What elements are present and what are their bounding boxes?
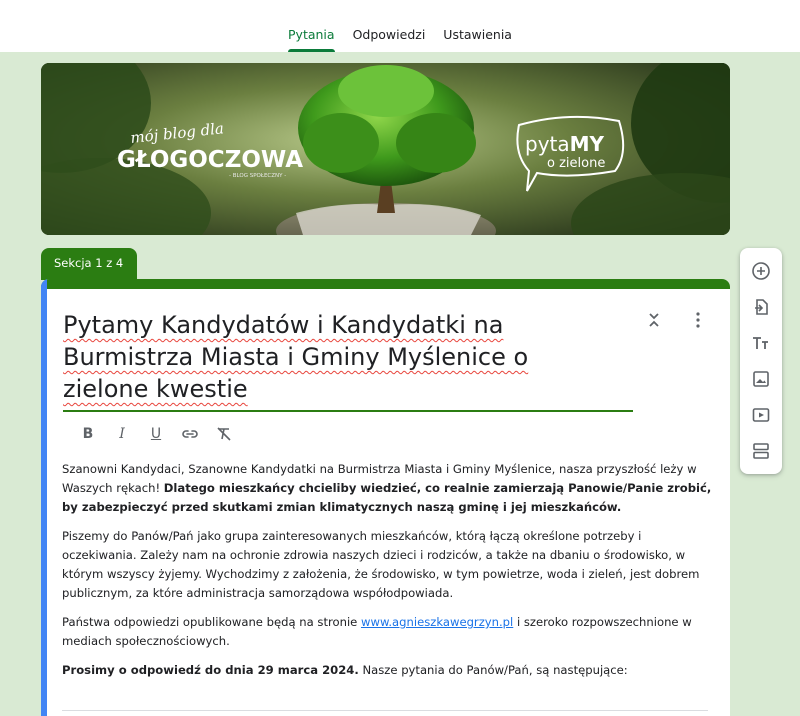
card-accent-bar (41, 279, 730, 289)
add-section-icon (753, 443, 769, 459)
top-bar: Pytania Odpowiedzi Ustawienia (0, 0, 800, 52)
tab-questions[interactable]: Pytania (279, 0, 344, 52)
underline-button[interactable]: U (139, 422, 173, 446)
description-divider (62, 710, 708, 711)
card-focus-indicator (41, 279, 47, 716)
clear-formatting-button[interactable] (207, 422, 241, 446)
clear-format-icon (217, 427, 231, 441)
collapse-section-icon[interactable] (645, 311, 663, 329)
section-label: Sekcja 1 z 4 (41, 248, 137, 280)
form-title[interactable]: Pytamy Kandydatów i Kandydatki na Burmis… (63, 309, 633, 405)
add-video-button[interactable] (748, 402, 774, 428)
add-title-button[interactable] (748, 330, 774, 356)
add-image-button[interactable] (748, 366, 774, 392)
add-title-icon (753, 337, 768, 349)
website-link[interactable]: www.agnieszkawegrzyn.pl (361, 615, 513, 629)
form-description[interactable]: Szanowni Kandydaci, Szanowne Kandydatki … (62, 460, 712, 690)
add-section-button[interactable] (748, 438, 774, 464)
form-header-card[interactable]: Pytamy Kandydatów i Kandydatki na Burmis… (41, 279, 730, 716)
title-underline (63, 410, 633, 412)
badge-text-b: o zielone (547, 156, 605, 171)
description-paragraph-1: Szanowni Kandydaci, Szanowne Kandydatki … (62, 462, 712, 514)
form-title-line2: Burmistrza Miasta i Gminy Myślenice o (63, 343, 529, 371)
add-image-icon (753, 371, 769, 387)
text-format-toolbar: B I U (71, 422, 241, 446)
italic-button[interactable]: I (105, 422, 139, 446)
description-paragraph-3: Państwa odpowiedzi opublikowane będą na … (62, 615, 692, 648)
banner-artwork: mój blog dla GŁOGOCZOWA - BLOG SPOŁECZNY… (41, 63, 730, 235)
description-paragraph-2: Piszemy do Panów/Pań jako grupa zaintere… (62, 529, 700, 600)
tab-responses[interactable]: Odpowiedzi (344, 0, 435, 52)
add-question-button[interactable] (748, 258, 774, 284)
import-questions-icon (755, 299, 768, 315)
more-options-icon[interactable] (689, 311, 707, 329)
tab-settings[interactable]: Ustawienia (434, 0, 521, 52)
question-toolbar (740, 248, 782, 474)
header-image[interactable]: mój blog dla GŁOGOCZOWA - BLOG SPOŁECZNY… (41, 63, 730, 235)
import-questions-button[interactable] (748, 294, 774, 320)
form-tabs: Pytania Odpowiedzi Ustawienia (0, 0, 800, 52)
description-paragraph-4: Prosimy o odpowiedź do dnia 29 marca 202… (62, 663, 628, 677)
bold-button[interactable]: B (71, 422, 105, 446)
add-question-icon (752, 262, 770, 280)
badge-text-a: pytaMY (525, 132, 605, 156)
add-video-icon (752, 408, 770, 422)
link-icon (182, 430, 198, 438)
form-title-line1: Pytamy Kandydatów i Kandydatki na (63, 311, 504, 339)
form-title-line3: zielone kwestie (63, 375, 248, 403)
blog-title: GŁOGOCZOWA (117, 147, 303, 173)
insert-link-button[interactable] (173, 422, 207, 446)
blog-tagline: - BLOG SPOŁECZNY - (229, 173, 286, 179)
